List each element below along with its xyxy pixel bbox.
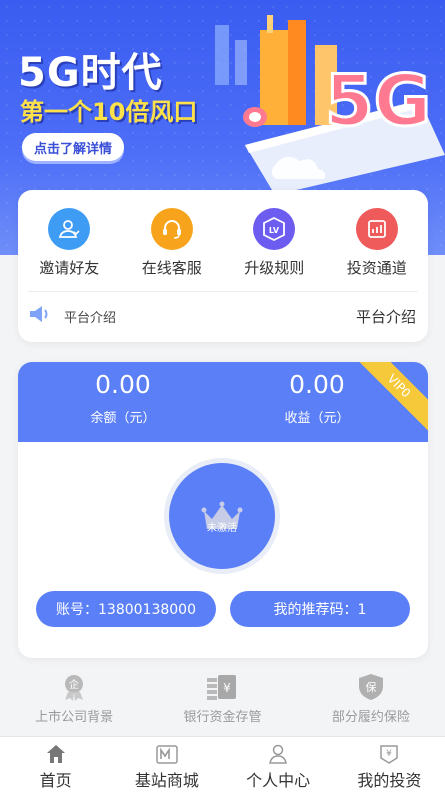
home-icon — [46, 745, 65, 763]
tab-home[interactable]: 首页 — [0, 737, 111, 794]
feature-listed-company: 企 上市公司背景 — [0, 672, 148, 730]
income-value: 0.00 — [289, 370, 345, 399]
income-block: 0.00 收益（元） — [242, 370, 392, 426]
account-number-button[interactable]: 账号：13800138000 — [36, 591, 216, 627]
quick-action-support[interactable]: 在线客服 — [124, 208, 220, 292]
speaker-icon — [28, 303, 54, 329]
notice-link[interactable]: 平台介绍 — [356, 306, 416, 327]
quick-action-label: 邀请好友 — [39, 259, 100, 277]
avatar[interactable]: 未激活 — [169, 463, 275, 569]
quick-actions-card: 邀请好友 在线客服 LV 升级规则 投资通道 平台介绍 平台介绍 — [18, 190, 428, 342]
quick-action-upgrade-rules[interactable]: LV 升级规则 — [226, 208, 322, 292]
quick-action-label: 升级规则 — [244, 259, 305, 277]
tab-investments[interactable]: ¥ 我的投资 — [334, 737, 445, 794]
feature-bank-custody: ¥ 银行资金存管 — [148, 672, 296, 730]
feature-insurance: 保 部分履约保险 — [297, 672, 445, 730]
tab-profile[interactable]: 个人中心 — [223, 737, 334, 794]
balance-header: 0.00 余额（元） 0.00 收益（元） VIP0 — [18, 362, 428, 442]
investment-icon: ¥ — [380, 745, 399, 764]
notice-text: 平台介绍 — [64, 310, 117, 326]
tab-label: 基站商城 — [134, 771, 199, 790]
feature-label: 部分履约保险 — [331, 710, 410, 725]
store-icon — [156, 745, 178, 764]
divider — [28, 291, 418, 292]
5g-city-illustration: 5G — [215, 15, 445, 190]
svg-text:¥: ¥ — [224, 681, 232, 695]
features-row: 企 上市公司背景 ¥ 银行资金存管 保 部分履约保险 — [0, 672, 445, 730]
svg-text:LV: LV — [269, 226, 280, 235]
tab-label: 个人中心 — [246, 771, 311, 790]
lv-badge-icon: LV — [253, 208, 296, 250]
feature-label: 银行资金存管 — [183, 710, 262, 725]
company-badge-icon: 企 — [65, 675, 84, 701]
feature-label: 上市公司背景 — [35, 710, 114, 725]
5g-text-graphic: 5G — [324, 59, 433, 144]
quick-action-invest-channel[interactable]: 投资通道 — [329, 208, 425, 292]
svg-text:¥: ¥ — [387, 749, 393, 759]
svg-text:保: 保 — [365, 680, 376, 694]
account-card: 0.00 余额（元） 0.00 收益（元） VIP0 未激活 账号：138001… — [18, 362, 428, 658]
quick-actions-row: 邀请好友 在线客服 LV 升级规则 投资通道 — [18, 190, 428, 292]
tab-label: 我的投资 — [357, 771, 422, 790]
svg-text:企: 企 — [69, 678, 79, 691]
bottom-tab-bar: 首页 基站商城 个人中心 ¥ 我的投资 — [0, 736, 445, 794]
headset-icon — [150, 208, 193, 250]
insurance-shield-icon: 保 — [358, 674, 383, 700]
chart-box-icon — [355, 208, 398, 250]
art-5g-text: 5G — [325, 60, 431, 142]
bank-yen-icon: ¥ — [207, 675, 237, 700]
banner-subtitle: 第一个10倍风口 — [20, 98, 198, 126]
balance-value: 0.00 — [95, 370, 151, 399]
notice-bar[interactable]: 平台介绍 平台介绍 — [28, 298, 416, 334]
activation-status: 未激活 — [207, 522, 237, 534]
user-icon — [269, 744, 288, 764]
banner-title: 5G时代 — [18, 50, 163, 96]
tab-store[interactable]: 基站商城 — [111, 737, 222, 794]
quick-action-invite[interactable]: 邀请好友 — [21, 208, 117, 292]
balance-label: 余额（元） — [90, 411, 156, 426]
quick-action-label: 投资通道 — [346, 259, 407, 277]
quick-action-label: 在线客服 — [141, 259, 202, 277]
referral-code-button[interactable]: 我的推荐码：1 — [230, 591, 410, 627]
income-label: 收益（元） — [284, 411, 350, 426]
invite-user-icon — [48, 208, 91, 250]
tab-label: 首页 — [39, 771, 72, 790]
balance-block: 0.00 余额（元） — [48, 370, 198, 426]
banner-details-button[interactable]: 点击了解详情 — [22, 133, 124, 161]
